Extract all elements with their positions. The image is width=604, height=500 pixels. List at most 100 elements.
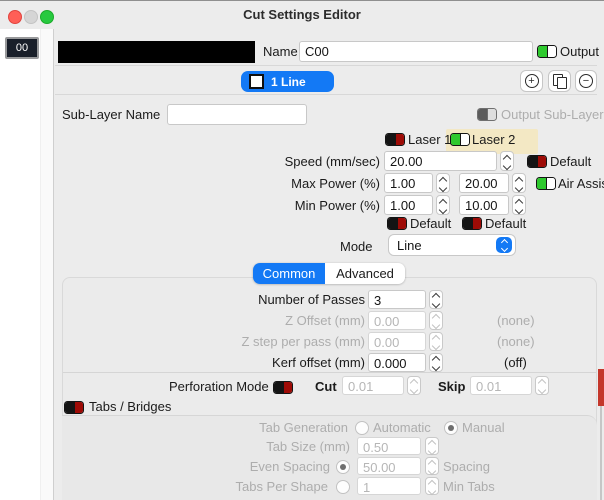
z-step-note: (none) [497,334,535,349]
edge-artifact-line [600,406,602,500]
plus-icon: + [525,74,539,88]
sublayer-name-label: Sub-Layer Name [62,107,160,122]
cut-label: Cut [315,379,337,394]
speed-default-toggle[interactable] [527,155,547,168]
speed-input[interactable]: 20.00 [384,151,497,171]
min-power1-default-toggle[interactable] [387,217,407,230]
min-power-input-1[interactable]: 1.00 [384,195,433,215]
minus-icon: − [579,74,593,88]
remove-sublayer-button[interactable]: − [575,70,597,92]
mode-select[interactable]: Line [388,234,516,256]
even-spacing-input[interactable]: 50.00 [357,457,421,475]
laser1-label: Laser 1 [408,132,451,147]
default2-label: Default [485,216,526,231]
duplicate-sublayer-button[interactable] [548,70,571,92]
z-offset-input[interactable]: 0.00 [368,311,426,330]
settings-tabs: Common Advanced [253,263,405,284]
laser2-label: Laser 2 [472,132,515,147]
titlebar: Cut Settings Editor [0,1,604,29]
z-offset-note: (none) [497,313,535,328]
sublayer-color-icon [249,74,264,89]
tabs-per-shape-stepper[interactable] [425,477,439,495]
kerf-input[interactable]: 0.000 [368,353,426,372]
skip-label: Skip [438,379,465,394]
name-input[interactable]: C00 [299,41,533,62]
speed-label: Speed (mm/sec) [160,154,380,169]
even-spacing-radio[interactable] [336,460,350,474]
cut-input[interactable]: 0.01 [342,376,404,395]
mode-label: Mode [340,239,373,254]
passes-input[interactable]: 3 [368,290,426,309]
cut-settings-editor-window: Cut Settings Editor 00 Name C00 Output 1… [0,0,604,500]
min-power2-default-toggle[interactable] [462,217,482,230]
z-offset-label: Z Offset (mm) [165,313,365,328]
tab-1-line[interactable]: 1 Line [241,71,334,92]
laser1-toggle[interactable] [385,133,405,146]
speed-stepper[interactable] [500,151,514,171]
tab-gen-automatic-label: Automatic [373,420,431,435]
max-power-stepper-2[interactable] [512,173,526,193]
output-sublayer-label: Output Sub-Layer [501,107,604,122]
min-power-stepper-2[interactable] [512,195,526,215]
tab-advanced[interactable]: Advanced [325,263,405,284]
max-power-label: Max Power (%) [160,176,380,191]
output-toggle[interactable] [537,45,557,58]
min-power-stepper-1[interactable] [436,195,450,215]
layer-color-swatch[interactable] [58,41,255,63]
z-step-stepper[interactable] [429,332,443,351]
tabs-per-shape-radio[interactable] [336,480,350,494]
min-power-input-2[interactable]: 10.00 [459,195,509,215]
name-label: Name [263,44,298,59]
z-offset-stepper[interactable] [429,311,443,330]
cut-stepper[interactable] [407,376,421,395]
max-power-input-2[interactable]: 20.00 [459,173,509,193]
perforation-mode-label: Perforation Mode [169,379,269,394]
passes-stepper[interactable] [429,290,443,309]
max-power-input-1[interactable]: 1.00 [384,173,433,193]
mode-select-value: Line [397,238,422,253]
tab-generation-label: Tab Generation [148,420,348,435]
tab-gen-manual-radio[interactable] [444,421,458,435]
even-spacing-label: Even Spacing [130,459,330,474]
kerf-note: (off) [504,355,527,370]
tab-size-input[interactable]: 0.50 [357,437,421,455]
tab-size-stepper[interactable] [425,437,439,455]
z-step-input[interactable]: 0.00 [368,332,426,351]
passes-label: Number of Passes [165,292,365,307]
tab-gen-manual-label: Manual [462,420,505,435]
default1-label: Default [410,216,451,231]
skip-input[interactable]: 0.01 [470,376,532,395]
even-spacing-stepper[interactable] [425,457,439,475]
chevron-up-down-icon [496,237,512,253]
output-sublayer-toggle[interactable] [477,108,497,121]
layer-list: 00 [0,29,54,500]
layer-item-00[interactable]: 00 [5,37,39,59]
tabs-bridges-label: Tabs / Bridges [89,399,171,414]
output-label: Output [560,44,599,59]
kerf-label: Kerf offset (mm) [165,355,365,370]
add-sublayer-button[interactable]: + [520,70,543,92]
perforation-mode-toggle[interactable] [273,381,293,394]
perforation-separator [63,372,596,373]
max-power-stepper-1[interactable] [436,173,450,193]
edge-artifact-red [598,369,604,406]
tabs-bridges-toggle[interactable] [64,401,84,414]
tabs-per-shape-note: Min Tabs [443,479,495,494]
even-spacing-note: Spacing [443,459,490,474]
air-assist-toggle[interactable] [536,177,556,190]
z-step-label: Z step per pass (mm) [145,334,365,349]
tabbar-bottom-line [55,94,597,95]
tab-gen-automatic-radio[interactable] [355,421,369,435]
sublayer-name-input[interactable] [167,104,307,125]
kerf-stepper[interactable] [429,353,443,372]
tabs-per-shape-input[interactable]: 1 [357,477,421,495]
copy-icon [553,74,566,88]
skip-stepper[interactable] [535,376,549,395]
tab-common[interactable]: Common [253,263,325,284]
window-title: Cut Settings Editor [0,7,604,22]
min-power-label: Min Power (%) [160,198,380,213]
speed-default-label: Default [550,154,591,169]
laser2-toggle[interactable] [450,133,470,146]
tab-size-label: Tab Size (mm) [150,439,350,454]
air-assist-label: Air Assist [558,176,604,191]
